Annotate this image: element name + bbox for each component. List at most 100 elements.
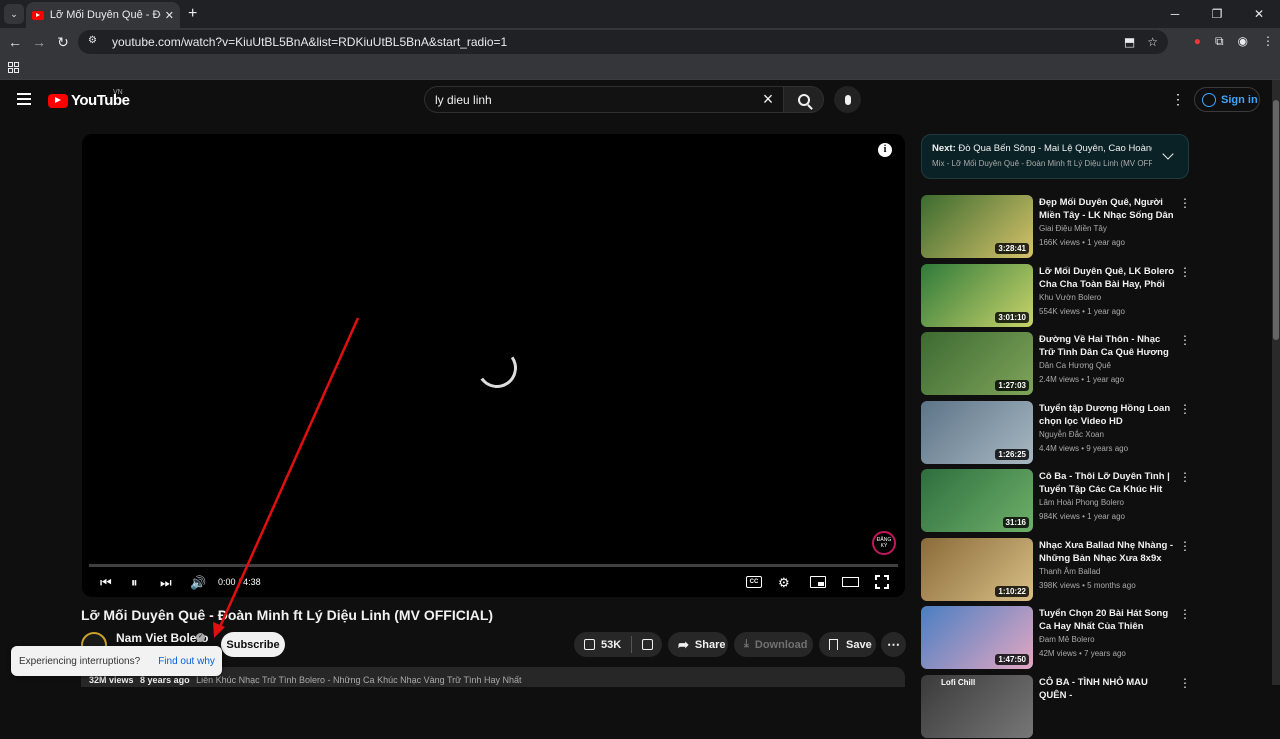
recommendation-thumbnail[interactable]: 3:28:41 <box>921 195 1033 258</box>
like-icon[interactable] <box>584 639 595 650</box>
new-tab-button[interactable]: + <box>188 5 197 23</box>
more-actions-button[interactable]: ⋯ <box>881 632 906 657</box>
install-app-icon[interactable]: ⬒ <box>1124 35 1135 49</box>
settings-gear-icon[interactable]: ⚙ <box>778 575 790 591</box>
url-text[interactable]: youtube.com/watch?v=KiuUtBL5BnA&list=RDK… <box>112 35 1124 49</box>
apps-grid-icon[interactable] <box>8 62 19 73</box>
recommendation-thumbnail[interactable]: 1:26:25 <box>921 400 1033 464</box>
recommendation-channel[interactable]: Thanh Âm Ballad <box>1039 567 1100 576</box>
voice-search-button[interactable] <box>834 86 861 113</box>
recommendation-thumbnail[interactable]: 3:01:10 <box>921 263 1033 327</box>
recommendation-title[interactable]: Nhạc Xưa Ballad Nhẹ Nhàng - Những Bản Nh… <box>1039 539 1175 565</box>
back-button[interactable]: ← <box>6 33 24 51</box>
search-query[interactable]: ly dieu linh <box>435 93 753 107</box>
video-player[interactable]: i ĐĂNG KÝ ⏮ ⏸ ⏭ 🔊 0:00 / 4:38 CC ⚙ <box>82 134 905 597</box>
search-button[interactable] <box>783 86 824 113</box>
duration-badge: 1:26:25 <box>995 448 1029 460</box>
recommendation-thumbnail[interactable]: 1:27:03 <box>921 332 1033 395</box>
recommendation-thumbnail[interactable]: 1:10:22 <box>921 537 1033 601</box>
recommendation-thumbnail[interactable]: 31:16 <box>921 469 1033 532</box>
recommendation-title[interactable]: Đẹp Mối Duyên Quê, Người Miền Tây - LK N… <box>1039 196 1175 222</box>
browser-tab[interactable]: Lỡ Mối Duyên Quê - Đoàn Minh ✕ <box>26 2 180 28</box>
tab-search-button[interactable]: ⌄ <box>4 4 24 24</box>
more-options-icon[interactable]: ⋮ <box>1179 333 1191 347</box>
more-options-icon[interactable]: ⋮ <box>1179 196 1191 210</box>
settings-kebab-icon[interactable]: ⋮ <box>1171 91 1185 108</box>
bookmark-star-icon[interactable]: ☆ <box>1147 35 1158 49</box>
progress-bar[interactable] <box>89 564 898 567</box>
youtube-favicon-icon <box>32 10 44 20</box>
recommendation-item[interactable]: 3:28:41 Đẹp Mối Duyên Quê, Người Miền Tây… <box>921 195 1191 259</box>
recommendation-item[interactable]: 1:27:03 Đường Về Hai Thôn - Nhạc Trữ Tình… <box>921 332 1191 396</box>
miniplayer-icon[interactable] <box>810 576 826 588</box>
recommendation-channel[interactable]: Giai Điệu Miền Tây <box>1039 224 1107 233</box>
info-icon[interactable]: i <box>878 143 892 157</box>
search-input[interactable]: ly dieu linh × <box>424 86 783 113</box>
browser-menu-icon[interactable]: ⋮ <box>1262 34 1274 49</box>
recommendation-item[interactable]: 1:26:25 Tuyển tập Dương Hồng Loan chọn lọ… <box>921 400 1191 465</box>
description-snippet: Liên Khúc Nhạc Trữ Tình Bolero - Những C… <box>196 675 522 685</box>
extension-icon[interactable]: ● <box>1194 34 1201 49</box>
site-info-icon[interactable]: ⚙ <box>88 35 102 49</box>
recommendation-title[interactable]: Tuyển tập Dương Hồng Loan chọn lọc Video… <box>1039 402 1175 428</box>
recommendation-channel[interactable]: Nguyễn Đắc Xoan <box>1039 430 1104 439</box>
recommendation-channel[interactable]: Dân Ca Hương Quê <box>1039 361 1111 370</box>
recommendation-thumbnail[interactable]: Lofi Chill <box>921 674 1033 738</box>
recommendation-views: 4.4M views <box>1039 443 1080 453</box>
recommendation-item[interactable]: Lofi Chill CÔ BA - TÌNH NHỎ MAU QUÊN - ⋮ <box>921 674 1191 739</box>
more-options-icon[interactable]: ⋮ <box>1179 539 1191 553</box>
subscribe-watermark[interactable]: ĐĂNG KÝ <box>872 531 896 555</box>
restore-button[interactable]: ❐ <box>1196 0 1238 28</box>
address-bar[interactable]: ⚙ youtube.com/watch?v=KiuUtBL5BnA&list=R… <box>78 30 1168 54</box>
recommendation-title[interactable]: Đường Về Hai Thôn - Nhạc Trữ Tình Dân Ca… <box>1039 333 1175 359</box>
up-next-card[interactable]: Next: Đò Qua Bến Sông - Mai Lệ Quyên, Ca… <box>921 134 1189 179</box>
previous-icon[interactable]: ⏮ <box>100 575 112 591</box>
minimize-button[interactable]: ─ <box>1154 0 1196 28</box>
more-options-icon[interactable]: ⋮ <box>1179 676 1191 690</box>
recommendation-item[interactable]: 1:47:50 Tuyển Chọn 20 Bài Hát Song Ca Hay… <box>921 606 1191 670</box>
extensions-puzzle-icon[interactable]: ⧉ <box>1215 34 1224 49</box>
recommendation-item[interactable]: 1:10:22 Nhạc Xưa Ballad Nhẹ Nhàng - Những… <box>921 537 1191 602</box>
sign-in-button[interactable]: Sign in <box>1194 87 1260 112</box>
profile-icon[interactable]: ◉ <box>1238 34 1248 49</box>
recommendation-item[interactable]: 31:16 Cô Ba - Thôi Lỡ Duyên Tình | Tuyển … <box>921 469 1191 533</box>
recommendation-channel[interactable]: Lâm Hoài Phong Bolero <box>1039 498 1124 507</box>
share-button[interactable]: ➦ Share <box>668 632 728 657</box>
more-options-icon[interactable]: ⋮ <box>1179 607 1191 621</box>
tab-close-icon[interactable]: ✕ <box>165 9 174 22</box>
clear-search-icon[interactable]: × <box>753 89 783 110</box>
forward-button[interactable]: → <box>30 33 48 51</box>
recommendation-channel[interactable]: Đam Mê Bolero <box>1039 635 1095 644</box>
save-button[interactable]: Save <box>819 632 876 657</box>
more-options-icon[interactable]: ⋮ <box>1179 402 1191 416</box>
download-button[interactable]: ⤓ Download <box>734 632 813 657</box>
recommendation-age: 7 years ago <box>1084 649 1126 658</box>
subscribe-button[interactable]: Subscribe <box>221 632 285 657</box>
menu-icon[interactable] <box>17 93 31 105</box>
pause-icon[interactable]: ⏸ <box>131 575 138 591</box>
more-options-icon[interactable]: ⋮ <box>1179 265 1191 279</box>
close-window-button[interactable]: ✕ <box>1238 0 1280 28</box>
duration: 4:38 <box>243 577 261 587</box>
volume-icon[interactable]: 🔊 <box>190 575 206 591</box>
fullscreen-icon[interactable] <box>875 575 889 589</box>
theater-mode-icon[interactable] <box>842 577 859 587</box>
recommendation-title[interactable]: CÔ BA - TÌNH NHỎ MAU QUÊN - <box>1039 676 1175 702</box>
captions-icon[interactable]: CC <box>746 576 762 588</box>
recommendation-item[interactable]: 3:01:10 Lỡ Mối Duyên Quê, LK Bolero Cha C… <box>921 263 1191 328</box>
recommendation-thumbnail[interactable]: 1:47:50 <box>921 606 1033 669</box>
like-count[interactable]: 53K <box>601 639 621 651</box>
recommendation-channel[interactable]: Khu Vườn Bolero <box>1039 293 1101 302</box>
reload-button[interactable]: ↻ <box>54 33 72 51</box>
next-icon[interactable]: ⏭ <box>160 575 172 591</box>
find-out-why-link[interactable]: Find out why <box>158 656 215 667</box>
recommendation-title[interactable]: Lỡ Mối Duyên Quê, LK Bolero Cha Cha Toàn… <box>1039 265 1175 291</box>
more-options-icon[interactable]: ⋮ <box>1179 470 1191 484</box>
scrollbar-thumb[interactable] <box>1273 100 1279 340</box>
chevron-down-icon[interactable] <box>1162 148 1174 160</box>
page-scrollbar[interactable] <box>1272 80 1280 685</box>
channel-name[interactable]: Nam Viet Bolero <box>116 631 208 645</box>
recommendation-title[interactable]: Cô Ba - Thôi Lỡ Duyên Tình | Tuyển Tập C… <box>1039 470 1175 496</box>
recommendation-title[interactable]: Tuyển Chọn 20 Bài Hát Song Ca Hay Nhất C… <box>1039 607 1175 633</box>
dislike-icon[interactable] <box>642 639 654 650</box>
